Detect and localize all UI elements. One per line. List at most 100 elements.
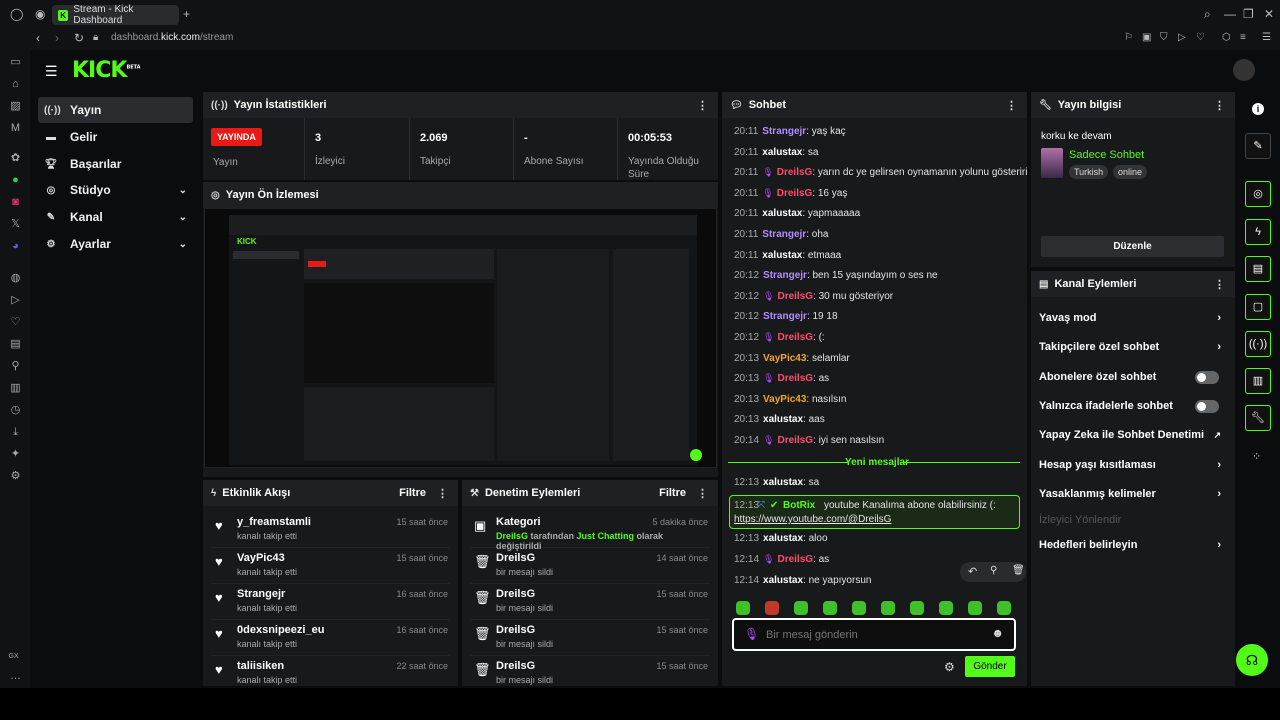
chat-settings-icon[interactable]: ⚙ — [944, 660, 955, 674]
new-tab-icon[interactable]: + — [183, 8, 190, 20]
forward-icon[interactable]: › — [55, 32, 59, 44]
emote-button[interactable] — [997, 601, 1011, 615]
more-options-icon[interactable]: ⋮ — [1214, 99, 1225, 112]
help-headset-icon[interactable]: ☊ — [1236, 644, 1268, 676]
chat-username[interactable]: xalustax — [763, 477, 803, 488]
toggle-switch[interactable] — [1195, 370, 1219, 384]
nav-item-basarilar[interactable]: 🏆︎ Başarılar — [38, 151, 193, 177]
event-user[interactable]: y_freamstamli — [237, 516, 311, 528]
maximize-icon[interactable]: ❐ — [1243, 8, 1254, 20]
tab-stream[interactable]: K Stream - Kick Dashboard — [52, 4, 179, 26]
m-icon[interactable]: M — [9, 122, 22, 135]
category-thumbnail[interactable] — [1041, 148, 1063, 178]
info-icon[interactable]: i — [1252, 103, 1264, 115]
close-icon[interactable]: ✕ — [1264, 8, 1274, 20]
action-subscribers-only[interactable]: Abonelere özel sohbet — [1039, 363, 1227, 391]
action-ai-moderation[interactable]: Yapay Zeka ile Sohbet Denetimi ↗ — [1039, 421, 1227, 449]
more-options-icon[interactable]: ⋮ — [697, 487, 708, 500]
chat-username[interactable]: DreilsG — [777, 435, 813, 446]
filter-button[interactable]: Filtre — [659, 487, 686, 499]
x-twitter-icon[interactable]: 𝕏 — [9, 218, 22, 231]
event-user[interactable]: Strangejr — [237, 588, 285, 600]
emote-button[interactable] — [968, 601, 982, 615]
action-banned-words[interactable]: Yasaklanmış kelimeler › — [1039, 480, 1227, 508]
url-field[interactable]: dashboard.kick.com/stream — [111, 32, 233, 43]
puzzle-icon[interactable]: ✦ — [9, 448, 22, 461]
favorites-icon[interactable]: ♡ — [9, 316, 22, 329]
emote-button[interactable] — [852, 601, 866, 615]
workspace-icon[interactable]: ◉ — [35, 8, 45, 20]
more-options-icon[interactable]: ⋮ — [437, 487, 448, 500]
play-icon[interactable]: ▷ — [1178, 33, 1186, 43]
chat-username[interactable]: DreilsG — [777, 332, 813, 343]
gallery-icon[interactable]: ▨ — [9, 100, 22, 113]
whatsapp-icon[interactable]: ● — [9, 174, 22, 187]
avatar[interactable] — [1233, 59, 1255, 81]
lightning-icon[interactable]: ϟ — [1245, 219, 1271, 245]
document-icon[interactable]: ▤ — [1245, 256, 1271, 282]
chat-message-input[interactable] — [766, 626, 976, 644]
mic-icon[interactable]: 🎙︎ — [744, 627, 759, 641]
chat-username[interactable]: DreilsG — [777, 188, 813, 199]
shield-icon[interactable]: ⛉ — [1160, 33, 1168, 43]
emote-button[interactable] — [794, 601, 808, 615]
emote-button[interactable] — [910, 601, 924, 615]
spotify-icon[interactable]: ◍ — [9, 272, 22, 285]
stream-preview-video[interactable]: KICK — [204, 208, 717, 468]
send-icon[interactable]: ▷ — [9, 294, 22, 307]
event-user[interactable]: VayPic43 — [237, 552, 285, 564]
filter-button[interactable]: Filtre — [399, 487, 426, 499]
chat-username[interactable]: xalustax — [762, 147, 802, 158]
nav-item-yayin[interactable]: ((·)) Yayın — [38, 97, 193, 123]
chatgpt-icon[interactable]: ✿ — [9, 152, 22, 165]
gx-label[interactable]: GX — [7, 650, 20, 663]
emoji-icon[interactable]: ☻ — [991, 626, 1004, 640]
reading-list-icon[interactable]: ≡ — [1240, 33, 1246, 43]
pin-icon[interactable]: ⚲ — [990, 565, 997, 576]
chat-username[interactable]: DreilsG — [777, 291, 813, 302]
chat-username[interactable]: xalustax — [763, 575, 803, 586]
chat-username[interactable]: VayPic43 — [763, 394, 806, 405]
discord-icon[interactable]: ◕ — [9, 240, 22, 253]
nav-item-kanal[interactable]: ✎ Kanal ⌄ — [38, 204, 193, 230]
camera-icon[interactable]: ▣ — [1142, 33, 1151, 43]
kick-logo[interactable]: KICKBETA — [72, 58, 141, 83]
hamburger-menu-icon[interactable]: ☰ — [45, 64, 58, 78]
stream-category[interactable]: Sadece Sohbet — [1069, 149, 1144, 161]
chat-username[interactable]: DreilsG — [777, 554, 813, 565]
minimize-icon[interactable]: — — [1224, 8, 1236, 20]
edit-icon[interactable]: ✎ — [1245, 133, 1271, 159]
event-user[interactable]: taliisiken — [237, 660, 284, 672]
more-options-icon[interactable]: ⋮ — [1214, 278, 1225, 291]
event-user[interactable]: DreilsG — [496, 552, 535, 564]
event-user[interactable]: DreilsG — [496, 660, 535, 672]
event-user[interactable]: DreilsG — [496, 588, 535, 600]
apps-icon[interactable]: ⁘ — [1252, 450, 1261, 463]
preview-icon[interactable]: ◎ — [1245, 181, 1271, 207]
settings-icon[interactable]: ⚙ — [9, 470, 22, 483]
emote-button[interactable] — [765, 601, 779, 615]
chat-link[interactable]: https://www.youtube.com/@DreilsG — [734, 514, 891, 525]
search-icon[interactable]: ⌕ — [1204, 8, 1211, 20]
menu-icon[interactable]: ☰ — [1262, 33, 1271, 43]
opera-logo-icon[interactable]: ◯ — [10, 8, 23, 20]
event-user[interactable]: DreilsG — [496, 624, 535, 636]
notes-icon[interactable]: ▤ — [9, 338, 22, 351]
action-slow-mode[interactable]: Yavaş mod › — [1039, 304, 1227, 332]
emote-button[interactable] — [736, 601, 750, 615]
broadcast-icon[interactable]: ((·)) — [1245, 331, 1271, 357]
emote-button[interactable] — [881, 601, 895, 615]
more-options-icon[interactable]: ⋮ — [697, 99, 708, 112]
nav-item-gelir[interactable]: ▬ Gelir — [38, 124, 193, 150]
back-icon[interactable]: ‹ — [36, 32, 40, 44]
cards-icon[interactable]: ▥ — [9, 382, 22, 395]
chat-username[interactable]: VayPic43 — [763, 353, 806, 364]
reply-icon[interactable]: ↶ — [968, 565, 977, 578]
action-goals[interactable]: Hedefleri belirleyin › — [1039, 531, 1227, 559]
instagram-icon[interactable]: ◙ — [9, 196, 22, 209]
send-button[interactable]: Gönder — [965, 656, 1015, 677]
download-icon[interactable]: ⤓ — [9, 426, 22, 439]
chat-username[interactable]: Strangejr — [763, 311, 807, 322]
chat-icon[interactable]: ▢ — [1245, 294, 1271, 320]
channel-actions-icon[interactable]: ▥ — [1245, 368, 1271, 394]
